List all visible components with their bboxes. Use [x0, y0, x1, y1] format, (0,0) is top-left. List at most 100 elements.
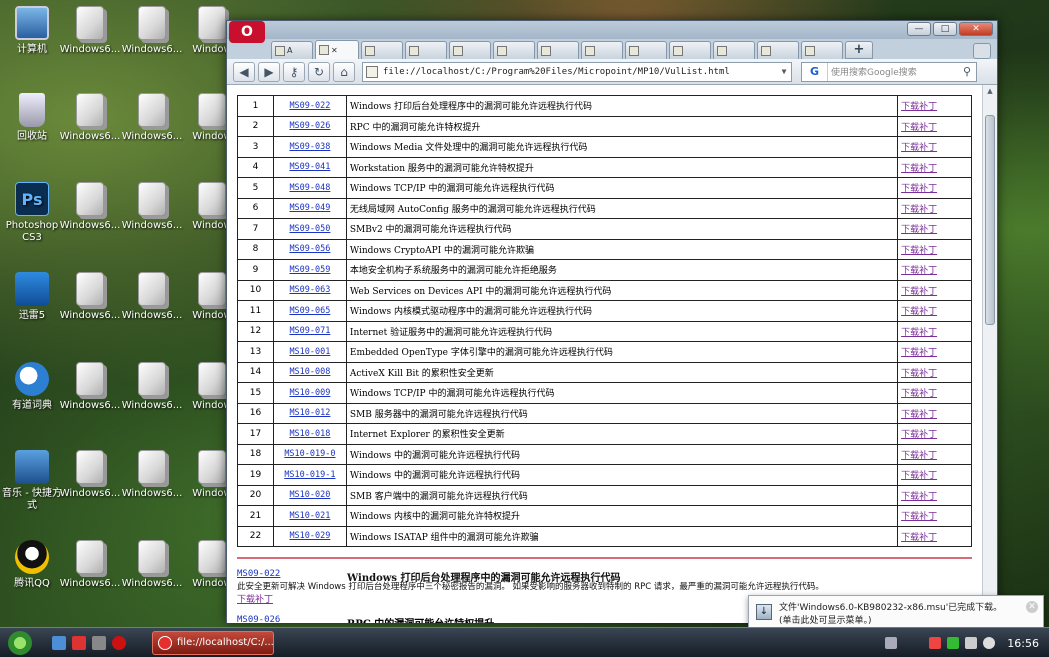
- tab[interactable]: [493, 41, 535, 59]
- tab[interactable]: [405, 41, 447, 59]
- bulletin-id-link[interactable]: MS09-050: [289, 224, 330, 234]
- tab[interactable]: [757, 41, 799, 59]
- bulletin-id-link[interactable]: MS10-029: [289, 531, 330, 541]
- download-patch-link[interactable]: 下载补丁: [901, 492, 937, 502]
- shield-icon[interactable]: [947, 637, 960, 649]
- search-icon[interactable]: ⚲: [958, 65, 976, 78]
- volume-icon[interactable]: [983, 637, 996, 649]
- desktop-icon-photoshop[interactable]: Ps Photoshop CS3: [0, 182, 64, 244]
- tab[interactable]: [713, 41, 755, 59]
- tab[interactable]: [537, 41, 579, 59]
- download-patch-link[interactable]: 下载补丁: [901, 369, 937, 379]
- desktop-icon-recycle-bin[interactable]: 回收站: [0, 93, 64, 143]
- desktop-file-icon[interactable]: Windows6...: [58, 540, 122, 590]
- download-patch-link[interactable]: 下载补丁: [901, 123, 937, 133]
- opera-menu-button[interactable]: O: [229, 21, 265, 43]
- bulletin-id-link[interactable]: MS09-071: [289, 326, 330, 336]
- desktop-icon-qq[interactable]: 腾讯QQ: [0, 540, 64, 590]
- title-bar[interactable]: O — □ ✕: [227, 21, 997, 43]
- download-patch-link[interactable]: 下载补丁: [901, 410, 937, 420]
- download-patch-link[interactable]: 下载补丁: [901, 430, 937, 440]
- download-patch-link[interactable]: 下载补丁: [901, 225, 937, 235]
- desktop-file-icon[interactable]: Windows6...: [58, 450, 122, 500]
- close-button[interactable]: ✕: [959, 22, 993, 36]
- reload-button[interactable]: ↻: [308, 61, 330, 82]
- network-icon[interactable]: [965, 637, 978, 649]
- new-tab-button[interactable]: +: [845, 41, 873, 59]
- chevron-down-icon[interactable]: ▼: [777, 67, 791, 76]
- download-patch-link[interactable]: 下载补丁: [901, 246, 937, 256]
- download-notification[interactable]: ↓ 文件'Windows6.0-KB980232-x86.msu'已完成下载。 …: [748, 595, 1044, 629]
- trash-icon[interactable]: [973, 43, 991, 59]
- tab[interactable]: [625, 41, 667, 59]
- bulletin-id-link[interactable]: MS10-009: [289, 388, 330, 398]
- keyboard-icon[interactable]: [885, 637, 898, 649]
- bulletin-id-link[interactable]: MS09-048: [289, 183, 330, 193]
- download-patch-link[interactable]: 下载补丁: [901, 184, 937, 194]
- desktop-file-icon[interactable]: Windows6...: [120, 362, 184, 412]
- bulletin-id-link[interactable]: MS10-018: [289, 429, 330, 439]
- bulletin-id-link[interactable]: MS09-049: [289, 203, 330, 213]
- tab[interactable]: [669, 41, 711, 59]
- start-button[interactable]: [8, 631, 32, 655]
- tab[interactable]: [801, 41, 843, 59]
- desktop-file-icon[interactable]: Windows6...: [120, 540, 184, 590]
- desktop-file-icon[interactable]: Windows6...: [58, 272, 122, 322]
- vertical-scrollbar[interactable]: ▲ ▼: [982, 85, 997, 623]
- desktop-file-icon[interactable]: Windows6...: [58, 182, 122, 232]
- download-patch-link[interactable]: 下载补丁: [901, 205, 937, 215]
- bulletin-id-link[interactable]: MS09-065: [289, 306, 330, 316]
- download-patch-link[interactable]: 下载补丁: [901, 328, 937, 338]
- google-icon[interactable]: G: [802, 62, 828, 81]
- quick-launch-icon[interactable]: [72, 636, 86, 650]
- download-patch-link[interactable]: 下载补丁: [901, 512, 937, 522]
- home-button[interactable]: ⌂: [333, 61, 355, 82]
- desktop-file-icon[interactable]: Windows6...: [58, 6, 122, 56]
- minimize-button[interactable]: —: [907, 22, 931, 36]
- tab[interactable]: [449, 41, 491, 59]
- back-button[interactable]: ◀: [233, 61, 255, 82]
- bulletin-id-link[interactable]: MS10-019-0: [284, 449, 335, 459]
- quick-launch-icon[interactable]: [92, 636, 106, 650]
- forward-button[interactable]: ▶: [258, 61, 280, 82]
- desktop-file-icon[interactable]: Windows6...: [120, 182, 184, 232]
- desktop-file-icon[interactable]: Windows6...: [120, 450, 184, 500]
- desktop-file-icon[interactable]: Windows6...: [58, 362, 122, 412]
- download-patch-link[interactable]: 下载补丁: [901, 451, 937, 461]
- bulletin-id-link[interactable]: MS09-022: [289, 101, 330, 111]
- close-icon[interactable]: ✕: [1026, 601, 1038, 613]
- bulletin-id-link[interactable]: MS10-001: [289, 347, 330, 357]
- maximize-button[interactable]: □: [933, 22, 957, 36]
- search-placeholder[interactable]: 使用搜索Google搜索: [828, 65, 958, 78]
- desktop-icon-computer[interactable]: 计算机: [0, 6, 64, 56]
- tab-close-icon[interactable]: ✕: [331, 46, 338, 55]
- desktop-file-icon[interactable]: Windows6...: [120, 272, 184, 322]
- bulletin-id-link[interactable]: MS10-012: [289, 408, 330, 418]
- opera-quick-launch-icon[interactable]: [112, 636, 126, 650]
- bulletin-id-link[interactable]: MS09-056: [289, 244, 330, 254]
- tab[interactable]: [581, 41, 623, 59]
- desktop-file-icon[interactable]: Windows6...: [120, 6, 184, 56]
- download-patch-link[interactable]: 下载补丁: [901, 164, 937, 174]
- download-patch-link[interactable]: 下载补丁: [901, 143, 937, 153]
- tab-active[interactable]: ✕: [315, 40, 359, 59]
- address-bar[interactable]: file://localhost/C:/Program%20Files/Micr…: [362, 61, 792, 82]
- wand-key-icon[interactable]: ⚷: [283, 61, 305, 82]
- download-patch-link[interactable]: 下载补丁: [901, 266, 937, 276]
- bulletin-id-link[interactable]: MS10-020: [289, 490, 330, 500]
- clock[interactable]: 16:56: [1007, 637, 1039, 650]
- download-patch-link[interactable]: 下载补丁: [901, 471, 937, 481]
- taskbar-opera-window[interactable]: file://localhost/C:/...: [152, 631, 274, 655]
- bulletin-id-link[interactable]: MS09-059: [289, 265, 330, 275]
- bulletin-id-link[interactable]: MS09-038: [289, 142, 330, 152]
- desktop-icon-xunlei[interactable]: 迅雷5: [0, 272, 64, 322]
- download-patch-link[interactable]: 下载补丁: [901, 389, 937, 399]
- bulletin-id-link[interactable]: MS10-008: [289, 367, 330, 377]
- tab[interactable]: A: [271, 41, 313, 59]
- scroll-thumb[interactable]: [985, 115, 995, 325]
- tab[interactable]: [361, 41, 403, 59]
- bulletin-id-link[interactable]: MS10-021: [289, 511, 330, 521]
- download-patch-link[interactable]: 下载补丁: [901, 287, 937, 297]
- download-patch-link[interactable]: 下载补丁: [901, 348, 937, 358]
- show-desktop-icon[interactable]: [52, 636, 66, 650]
